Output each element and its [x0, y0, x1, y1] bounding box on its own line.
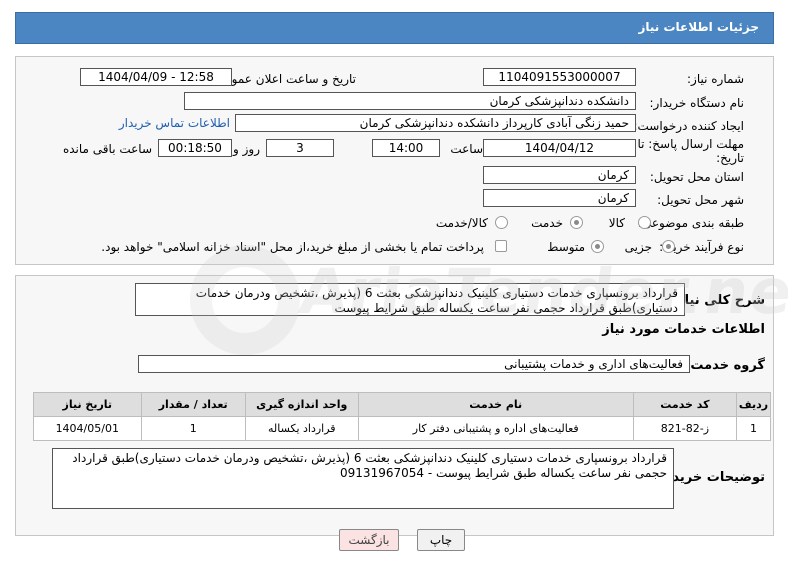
table-header-row: ردیف کد خدمت نام خدمت واحد اندازه گیری ت…: [33, 392, 771, 417]
category-radio-goods-service[interactable]: [495, 216, 508, 229]
col-service-name: نام خدمت: [357, 392, 634, 417]
treasury-payment-checkbox[interactable]: [495, 240, 507, 252]
category-label: طبقه بندی موضوعی:: [637, 216, 744, 230]
summary-textarea[interactable]: قرارداد برونسپاری خدمات دستیاری کلینیک د…: [135, 283, 685, 316]
process-radio-medium[interactable]: [591, 240, 604, 253]
deadline-time-field: 14:00: [372, 139, 440, 157]
province-label: استان محل تحویل:: [649, 170, 744, 184]
need-number-field: 1104091553000007: [483, 68, 636, 86]
buyer-notes-textarea[interactable]: قرارداد برونسپاری خدمات دستیاری کلینیک د…: [52, 448, 674, 509]
services-section-title: اطلاعات خدمات مورد نیاز: [602, 322, 765, 337]
info-section: [15, 56, 774, 265]
days-field: 3: [266, 139, 334, 157]
buyer-org-field: دانشکده دندانپزشکی کرمان: [184, 92, 636, 110]
time-label: ساعت: [450, 142, 483, 156]
col-quantity: تعداد / مقدار: [140, 392, 246, 417]
city-label: شهر محل تحویل:: [657, 193, 744, 207]
category-option-service: خدمت: [531, 216, 563, 230]
announce-label: تاریخ و ساعت اعلان عمومی:: [211, 72, 356, 86]
deadline-label-2: تاریخ:: [716, 151, 744, 165]
contact-info-link[interactable]: اطلاعات تماس خریدار: [119, 116, 230, 130]
cell-row-number: 1: [736, 416, 771, 441]
category-option-goods-service: کالا/خدمت: [435, 216, 488, 230]
cell-unit: قرارداد یکساله: [244, 416, 359, 441]
summary-label: شرح کلی نیاز:: [671, 293, 765, 308]
province-field: کرمان: [483, 166, 636, 184]
process-radio-minor[interactable]: [662, 240, 675, 253]
category-radio-service[interactable]: [570, 216, 583, 229]
col-unit: واحد اندازه گیری: [244, 392, 359, 417]
payment-note: پرداخت تمام یا بخشی از مبلغ خرید،از محل …: [101, 240, 484, 254]
panel-header: جزئیات اطلاعات نیاز: [15, 12, 774, 44]
col-row-number: ردیف: [736, 392, 771, 417]
remaining-time-field: 00:18:50: [158, 139, 232, 157]
cell-service-name: فعالیت‌های اداره و پشتیبانی دفتر کار: [357, 416, 634, 441]
print-button[interactable]: چاپ: [417, 529, 465, 551]
col-service-code: کد خدمت: [632, 392, 738, 417]
process-option-minor: جزیی: [624, 240, 652, 254]
table-row: 1 ز-82-821 فعالیت‌های اداره و پشتیبانی د…: [33, 416, 771, 441]
buyer-org-label: نام دستگاه خریدار:: [649, 96, 745, 110]
cell-quantity: 1: [140, 416, 246, 441]
deadline-label: مهلت ارسال پاسخ: تا: [637, 137, 744, 151]
col-need-date: تاریخ نیاز: [33, 392, 142, 417]
service-group-field: فعالیت‌های اداری و خدمات پشتیبانی: [138, 355, 690, 373]
deadline-date-field: 1404/04/12: [483, 139, 636, 157]
requester-label: ایجاد کننده درخواست:: [633, 119, 744, 133]
back-button[interactable]: بازگشت: [339, 529, 399, 551]
need-number-label: شماره نیاز:: [687, 72, 744, 86]
announce-field: 1404/04/09 - 12:58: [80, 68, 232, 86]
category-option-goods: کالا: [608, 216, 625, 230]
service-group-label: گروه خدمت:: [685, 358, 765, 373]
cell-service-code: ز-82-821: [632, 416, 738, 441]
services-table: ردیف کد خدمت نام خدمت واحد اندازه گیری ت…: [33, 392, 771, 441]
process-option-medium: متوسط: [547, 240, 585, 254]
cell-need-date: 1404/05/01: [33, 416, 142, 441]
requester-field: حمید زنگی آبادی کارپرداز دانشکده دندانپز…: [235, 114, 636, 132]
city-field: کرمان: [483, 189, 636, 207]
panel-title: جزئیات اطلاعات نیاز: [638, 20, 759, 34]
category-radio-goods[interactable]: [638, 216, 651, 229]
remaining-label: ساعت باقی مانده: [62, 142, 152, 156]
days-label: روز و: [233, 142, 260, 156]
